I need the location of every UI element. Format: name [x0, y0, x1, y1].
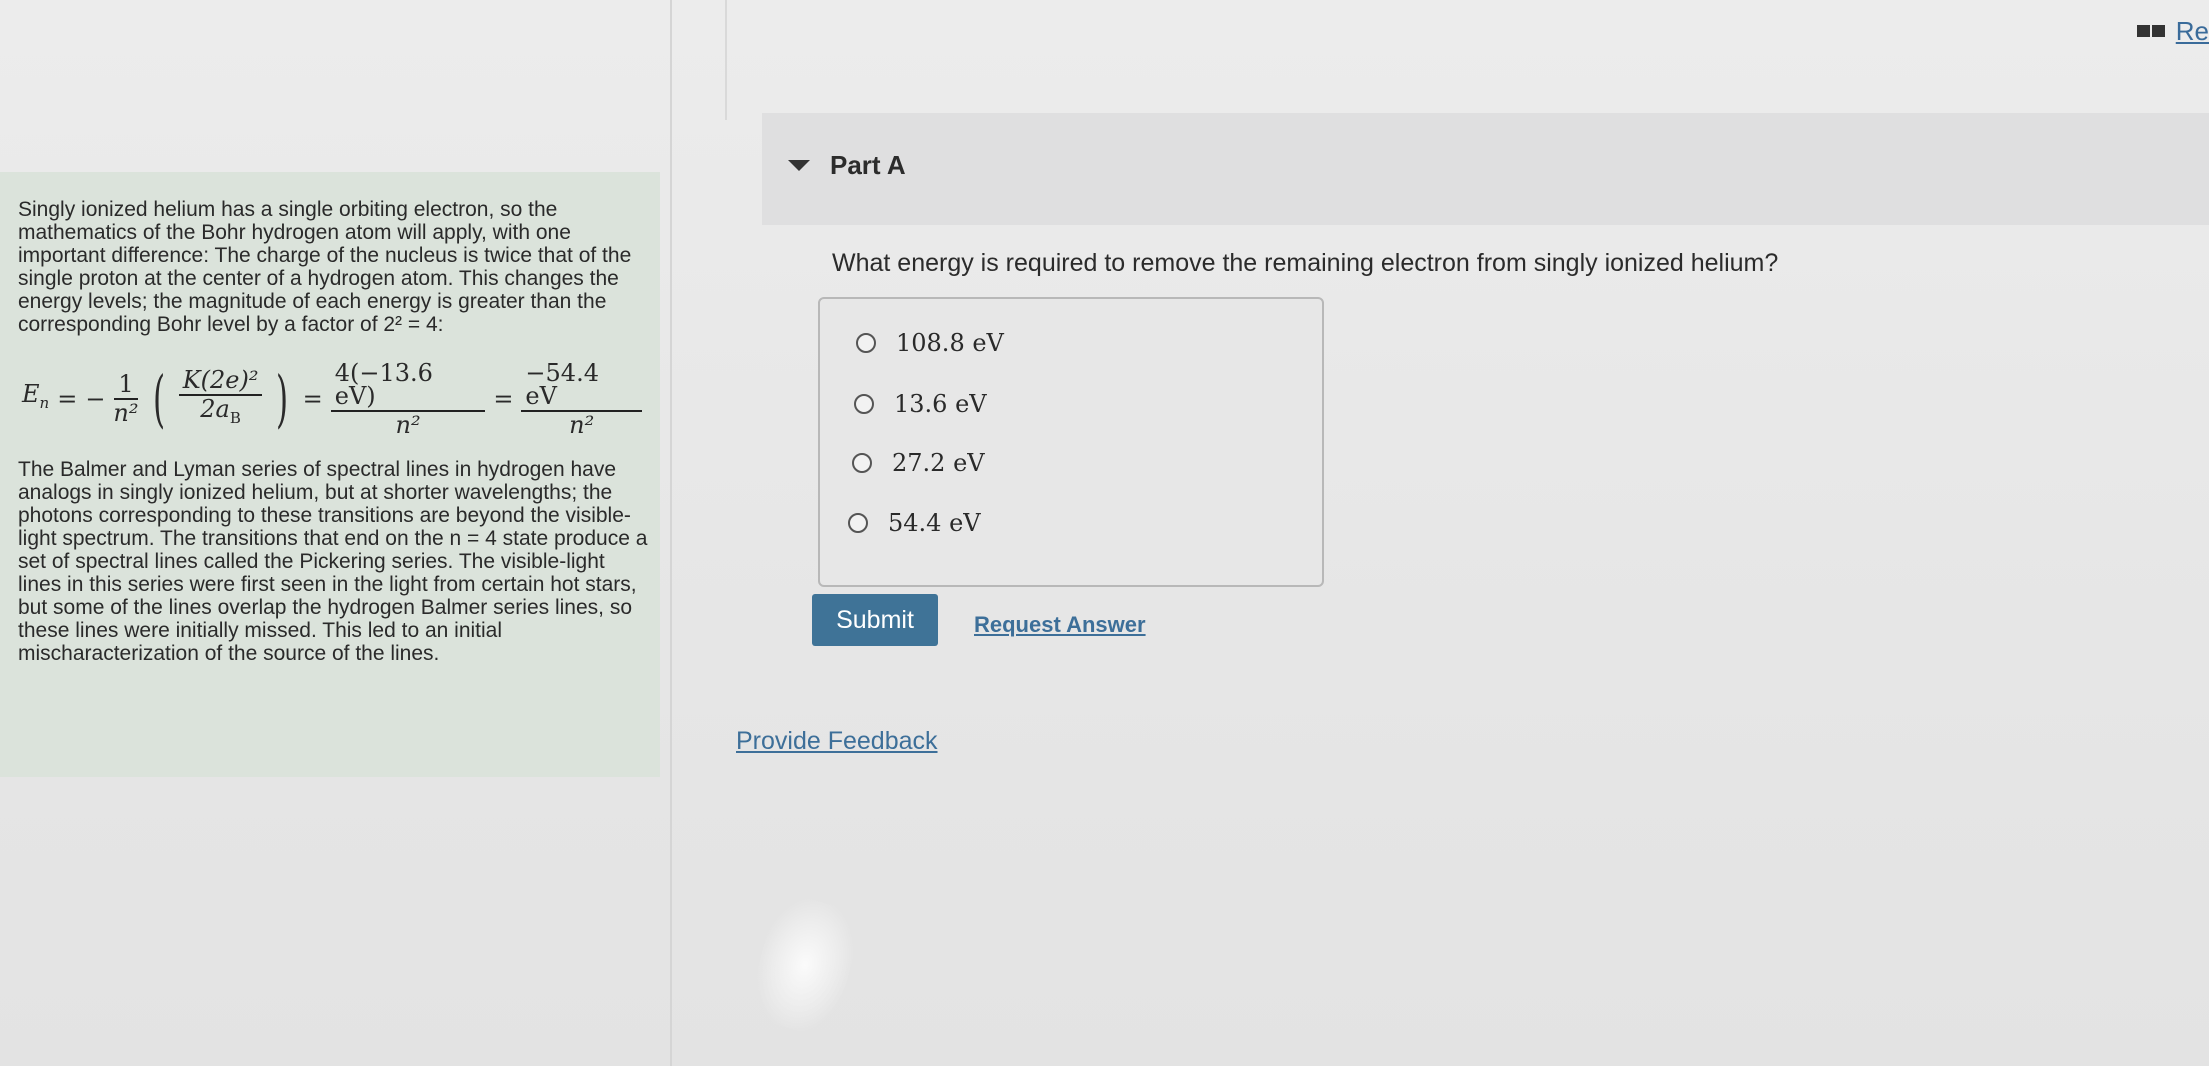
eq-equals-3: = — [493, 384, 514, 413]
option-label: 108.8 eV — [896, 329, 1004, 357]
context-panel: Singly ionized helium has a single orbit… — [0, 172, 660, 777]
screen-glare — [744, 890, 866, 1040]
eq-minus: − — [85, 384, 106, 413]
option-label: 54.4 eV — [888, 509, 981, 537]
eq-fraction-4: −54.4 eV n² — [521, 361, 642, 439]
provide-feedback-link[interactable]: Provide Feedback — [736, 727, 938, 756]
eq-fraction-2: K(2e)² 2aB — [178, 368, 263, 430]
page: Re Singly ionized helium has a single or… — [0, 0, 2209, 1066]
book-icon — [2136, 23, 2168, 41]
top-divider — [725, 0, 727, 120]
eq-frac2-num: K(2e)² — [178, 368, 263, 396]
eq-frac3-den: n² — [395, 410, 421, 439]
request-answer-link[interactable]: Request Answer — [974, 612, 1146, 638]
eq-frac2-den: 2aB — [200, 396, 241, 430]
eq-close-paren: ) — [276, 362, 289, 435]
eq-frac2-den-main: 2a — [200, 394, 230, 423]
eq-equals-2: = — [302, 384, 323, 413]
radio-button[interactable] — [848, 513, 868, 533]
eq-frac3-num: 4(−13.6 eV) — [330, 361, 486, 412]
eq-frac2-den-sub: B — [229, 408, 241, 427]
option-3[interactable]: 27.2 eV — [852, 449, 985, 477]
eq-fraction-1: 1 n² — [113, 372, 139, 427]
eq-frac1-den: n² — [113, 399, 139, 427]
part-title: Part A — [830, 150, 906, 180]
eq-frac4-num: −54.4 eV — [521, 361, 642, 412]
eq-frac1-num: 1 — [114, 372, 138, 400]
reading-link[interactable]: Re — [2136, 16, 2209, 47]
answer-options: 108.8 eV 13.6 eV 27.2 eV 54.4 eV — [818, 297, 1324, 587]
question-text: What energy is required to remove the re… — [832, 249, 1779, 277]
eq-frac4-den: n² — [569, 410, 595, 439]
option-2[interactable]: 13.6 eV — [854, 390, 987, 418]
intro-text: Singly ionized helium has a single orbit… — [18, 198, 632, 336]
column-divider — [670, 0, 672, 1066]
radio-button[interactable] — [856, 333, 876, 353]
eq-lhs-symbol: E — [22, 380, 40, 409]
option-4[interactable]: 54.4 eV — [848, 509, 981, 537]
radio-button[interactable] — [852, 453, 872, 473]
option-label: 13.6 eV — [894, 390, 987, 418]
body-text: The Balmer and Lyman series of spectral … — [18, 458, 648, 665]
option-1[interactable]: 108.8 eV — [856, 329, 1004, 357]
collapse-triangle-icon[interactable] — [788, 160, 810, 171]
eq-fraction-3: 4(−13.6 eV) n² — [330, 361, 486, 439]
submit-button[interactable]: Submit — [812, 594, 938, 646]
option-label: 27.2 eV — [892, 449, 985, 477]
energy-equation: En = − 1 n² ( K(2e)² 2aB ) = 4(−13.6 eV)… — [22, 354, 642, 444]
eq-open-paren: ( — [152, 362, 165, 435]
eq-lhs-subscript: n — [39, 393, 50, 412]
radio-button[interactable] — [854, 394, 874, 414]
part-a-toggle[interactable]: Part A — [788, 150, 906, 181]
eq-equals-1: = — [57, 384, 78, 413]
reading-link-label[interactable]: Re — [2176, 16, 2209, 47]
eq-lhs: En — [22, 380, 50, 415]
part-header-band — [762, 113, 2209, 225]
